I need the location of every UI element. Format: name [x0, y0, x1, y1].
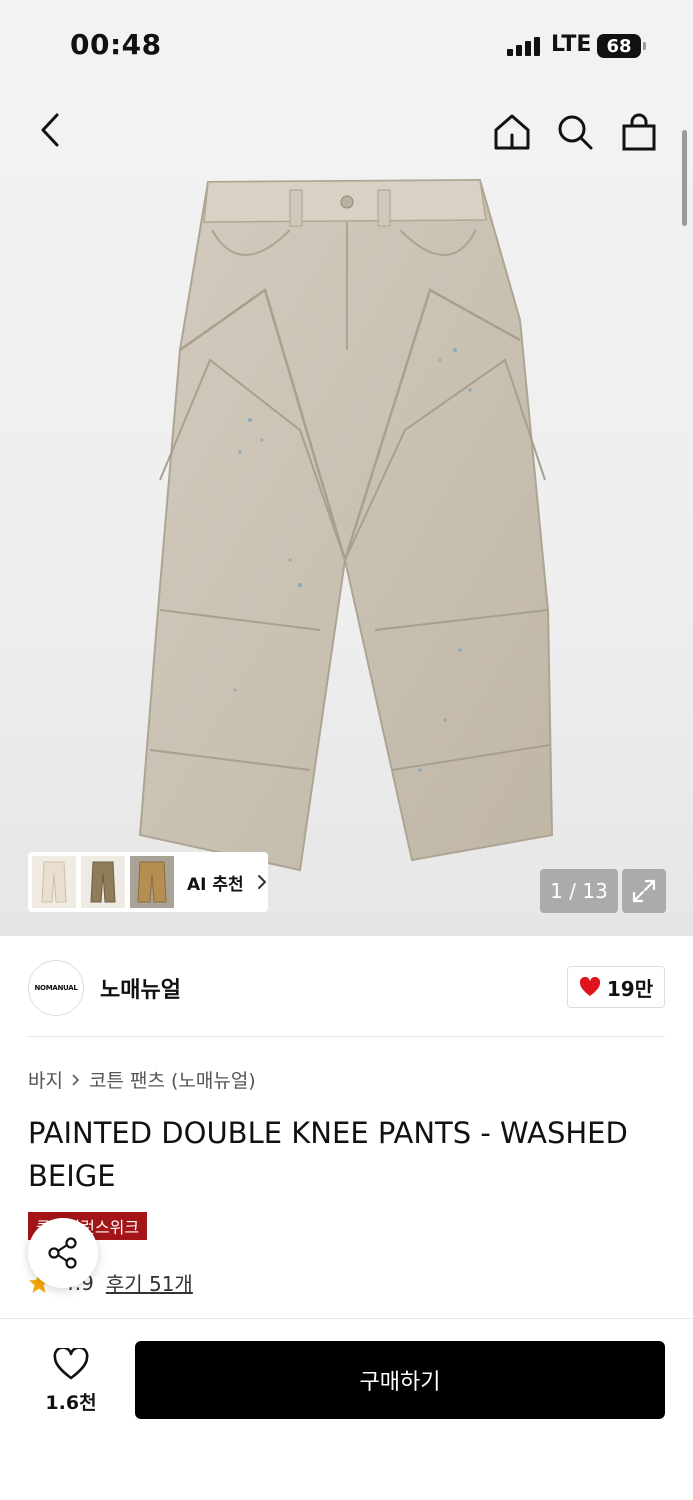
wishlist-button[interactable]: 1.6천: [32, 1343, 110, 1419]
product-gallery[interactable]: AI 추천 1 / 13: [0, 90, 693, 936]
chevron-right-icon: [72, 1073, 80, 1086]
share-icon: [48, 1237, 77, 1269]
expand-button[interactable]: [622, 869, 666, 913]
bottom-action-bar: 1.6천 구매하기: [0, 1318, 693, 1500]
divider: [28, 1036, 665, 1037]
brand-like-count: 19만: [606, 976, 654, 1001]
network-label: LTE: [551, 32, 592, 57]
product-title: PAINTED DOUBLE KNEE PANTS - WASHED BEIGE: [28, 1116, 628, 1193]
brand-logo[interactable]: NOMANUAL: [28, 960, 84, 1016]
image-counter: 1 / 13: [540, 869, 618, 913]
status-bar: 00:48 LTE 68: [0, 0, 693, 90]
status-time: 00:48: [70, 28, 162, 61]
signal-icon: [507, 36, 540, 56]
thumbnail-beige[interactable]: [32, 856, 76, 908]
wishlist-count: 1.6천: [45, 1391, 97, 1414]
product-image: [138, 178, 554, 872]
heart-outline-icon: [53, 1347, 89, 1379]
brand-row[interactable]: NOMANUAL 노매뉴얼 19만: [28, 958, 665, 1018]
battery-icon: 68: [597, 34, 641, 58]
share-button[interactable]: [28, 1218, 98, 1288]
breadcrumb-subcategory[interactable]: 코튼 팬츠 (노매뉴얼): [89, 1066, 256, 1093]
thumbnail-khaki[interactable]: [81, 856, 125, 908]
expand-icon: [632, 879, 656, 903]
chevron-right-icon: [257, 875, 267, 889]
heart-filled-icon: [579, 977, 600, 996]
brand-like-button[interactable]: 19만: [567, 966, 665, 1008]
battery-tip: [643, 42, 646, 50]
breadcrumb[interactable]: 바지 코튼 팬츠 (노매뉴얼): [28, 1066, 256, 1093]
ai-recommend-strip[interactable]: AI 추천: [28, 852, 268, 912]
buy-button[interactable]: 구매하기: [135, 1341, 665, 1419]
brand-name[interactable]: 노매뉴얼: [100, 972, 181, 1004]
review-link[interactable]: 후기 51개: [106, 1268, 193, 1297]
ai-recommend-label[interactable]: AI 추천: [187, 870, 244, 895]
breadcrumb-category[interactable]: 바지: [28, 1066, 63, 1093]
thumbnail-tan[interactable]: [130, 856, 174, 908]
